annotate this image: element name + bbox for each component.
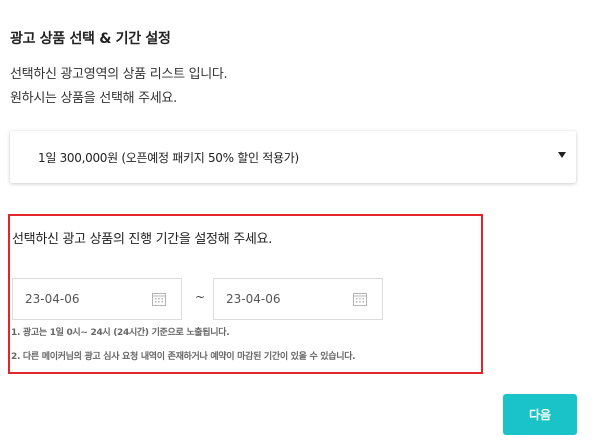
date-range-separator: ~ [195,290,206,304]
period-note: 1. 광고는 1일 0시~ 24시 (24시간) 기준으로 노출됩니다. [11,328,230,338]
calendar-icon[interactable] [151,291,167,307]
section-title: 광고 상품 선택 & 기간 설정 [10,31,171,47]
end-date-value: 23-04-06 [226,292,281,306]
product-select[interactable]: 1일 300,000원 (오픈예정 패키지 50% 할인 적용가) [10,131,576,183]
description-line: 원하시는 상품을 선택해 주세요. [10,91,177,106]
ad-product-period-page: 광고 상품 선택 & 기간 설정 선택하신 광고영역의 상품 리스트 입니다. … [0,0,616,448]
description-line: 선택하신 광고영역의 상품 리스트 입니다. [10,67,228,82]
next-button[interactable]: 다음 [503,394,577,435]
section-description: 선택하신 광고영역의 상품 리스트 입니다. 원하시는 상품을 선택해 주세요. [10,63,228,111]
caret-down-icon [558,152,566,158]
period-note: 2. 다른 메이커님의 광고 심사 요청 내역이 존재하거나 예약이 마감된 기… [11,352,356,362]
period-settings-box: 선택하신 광고 상품의 진행 기간을 설정해 주세요. 23-04-06 ~ 2… [8,214,483,374]
start-date-field[interactable]: 23-04-06 [12,278,182,320]
period-heading: 선택하신 광고 상품의 진행 기간을 설정해 주세요. [12,232,273,247]
product-select-value: 1일 300,000원 (오픈예정 패키지 50% 할인 적용가) [38,151,299,165]
start-date-value: 23-04-06 [25,292,80,306]
end-date-field[interactable]: 23-04-06 [213,278,383,320]
calendar-icon[interactable] [352,291,368,307]
